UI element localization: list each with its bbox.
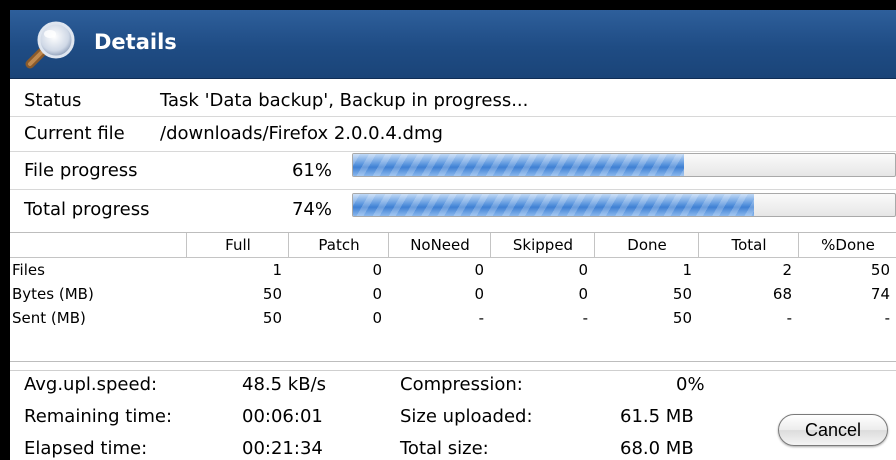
total-progress-bar <box>352 193 896 217</box>
title-bar: Details <box>10 10 896 79</box>
table-cell: 50 <box>672 309 692 327</box>
table-cell: 50 <box>262 309 282 327</box>
table-header-done: %Done <box>798 233 896 257</box>
status-value: Task 'Data backup', Backup in progress..… <box>160 90 529 111</box>
total-size-label: Total size: <box>400 438 489 459</box>
table-cell: 50 <box>870 261 890 279</box>
table-cell: 0 <box>372 261 382 279</box>
total-size-value: 68.0 MB <box>620 438 694 459</box>
current-file-value: /downloads/Firefox 2.0.0.4.dmg <box>160 123 443 144</box>
total-progress-label: Total progress <box>24 199 150 220</box>
status-label: Status <box>24 90 82 111</box>
elapsed-time-label: Elapsed time: <box>24 438 148 459</box>
table-cell: 0 <box>474 261 484 279</box>
table-cell: 2 <box>782 261 792 279</box>
table-cell: - <box>478 309 484 327</box>
table-row-label: Files <box>12 261 45 279</box>
table-cell: - <box>786 309 792 327</box>
compression-value: 0% <box>676 374 705 395</box>
total-progress-percent: 74% <box>291 199 332 220</box>
table-cell: 1 <box>272 261 282 279</box>
file-progress-percent: 61% <box>291 160 332 181</box>
table-header-noneed: NoNeed <box>388 233 491 257</box>
table-header-skipped: Skipped <box>490 233 595 257</box>
avg-speed-label: Avg.upl.speed: <box>24 374 158 395</box>
table-cell: 1 <box>682 261 692 279</box>
table-cell: 50 <box>262 285 282 303</box>
table-header-patch: Patch <box>288 233 389 257</box>
avg-speed-value: 48.5 kB/s <box>242 374 327 395</box>
file-progress-bar <box>352 153 896 177</box>
current-file-label: Current file <box>24 123 125 144</box>
remaining-time-label: Remaining time: <box>24 406 173 427</box>
table-cell: - <box>582 309 588 327</box>
window-title: Details <box>94 30 177 54</box>
transfer-table: Full Patch NoNeed Skipped Done Total %Done File… <box>10 232 896 362</box>
table-row-label: Sent (MB) <box>12 309 86 327</box>
cancel-button[interactable]: Cancel <box>778 414 888 446</box>
divider <box>10 189 896 190</box>
table-header-blank <box>10 233 184 257</box>
total-progress-fill <box>353 194 755 216</box>
remaining-time-value: 00:06:01 <box>242 406 323 427</box>
table-header-full: Full <box>186 233 289 257</box>
table-cell: 0 <box>372 309 382 327</box>
size-uploaded-label: Size uploaded: <box>400 406 533 427</box>
table-cell: 50 <box>672 285 692 303</box>
file-progress-label: File progress <box>24 160 138 181</box>
table-header-total: Total <box>698 233 799 257</box>
divider <box>10 151 896 152</box>
size-uploaded-value: 61.5 MB <box>620 406 694 427</box>
table-header-divider <box>10 257 896 258</box>
table-cell: 74 <box>870 285 890 303</box>
file-progress-fill <box>353 154 684 176</box>
table-cell: 0 <box>578 261 588 279</box>
details-window: Details Status Task 'Data backup', Backu… <box>10 10 896 460</box>
compression-label: Compression: <box>400 374 523 395</box>
table-cell: - <box>884 309 890 327</box>
elapsed-time-value: 00:21:34 <box>242 438 323 459</box>
table-cell: 68 <box>772 285 792 303</box>
magnifier-icon <box>25 21 75 69</box>
divider <box>10 370 896 371</box>
divider <box>10 116 896 117</box>
table-cell: 0 <box>578 285 588 303</box>
table-cell: 0 <box>372 285 382 303</box>
table-header-done: Done <box>594 233 699 257</box>
table-cell: 0 <box>474 285 484 303</box>
table-row-label: Bytes (MB) <box>12 285 94 303</box>
